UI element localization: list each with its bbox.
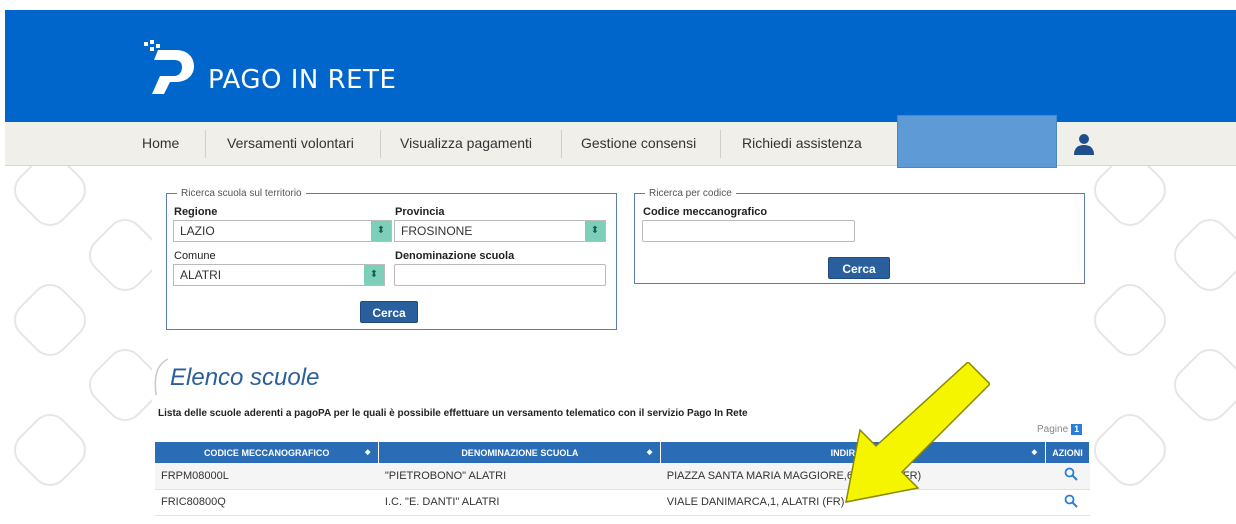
nav-item-home[interactable]: Home bbox=[142, 122, 179, 166]
code-search-legend: Ricerca per codice bbox=[649, 188, 732, 199]
search-icon[interactable] bbox=[1064, 467, 1078, 481]
app-title: PAGO IN RETE bbox=[208, 65, 397, 95]
column-header-azioni: AZIONI bbox=[1045, 442, 1090, 463]
select-arrows-icon: ⬍ bbox=[364, 265, 384, 285]
comune-value: ALATRI bbox=[180, 268, 222, 282]
regione-label: Regione bbox=[174, 206, 218, 218]
denominazione-input[interactable] bbox=[394, 264, 606, 286]
sort-icon: ◆ bbox=[1031, 449, 1037, 456]
codice-input[interactable] bbox=[642, 220, 855, 242]
sort-icon: ◆ bbox=[365, 449, 371, 456]
page-1-button[interactable]: 1 bbox=[1071, 424, 1083, 435]
territory-search-button[interactable]: Cerca bbox=[360, 301, 418, 323]
provincia-value: FROSINONE bbox=[401, 224, 473, 238]
cell-denominazione: I.C. "E. DANTI" ALATRI bbox=[378, 489, 661, 516]
redacted-user-box[interactable] bbox=[897, 115, 1057, 168]
denominazione-label: Denominazione scuola bbox=[395, 250, 515, 262]
provincia-label: Provincia bbox=[395, 206, 445, 218]
list-description: Lista delle scuole aderenti a pagoPA per… bbox=[158, 408, 748, 419]
annotation-arrow-icon bbox=[845, 362, 990, 503]
user-icon[interactable] bbox=[1073, 133, 1095, 155]
cell-codice: FRPM08000L bbox=[155, 463, 379, 490]
cell-denominazione: "PIETROBONO" ALATRI bbox=[378, 463, 661, 490]
nav-divider bbox=[720, 130, 721, 158]
codice-label: Codice meccanografico bbox=[643, 206, 768, 218]
column-header-label: DENOMINAZIONE SCUOLA bbox=[461, 447, 579, 458]
provincia-select[interactable]: FROSINONE ⬍ bbox=[394, 220, 606, 242]
pagopa-logo-icon[interactable] bbox=[140, 38, 200, 98]
code-search-button[interactable]: Cerca bbox=[828, 257, 890, 279]
cell-azioni bbox=[1045, 489, 1090, 516]
comune-label: Comune bbox=[174, 250, 216, 262]
nav-divider bbox=[205, 130, 206, 158]
nav-item-richiedi-assistenza[interactable]: Richiedi assistenza bbox=[742, 122, 862, 166]
search-icon[interactable] bbox=[1064, 494, 1078, 508]
pagination: Pagine 1 bbox=[1037, 424, 1083, 435]
column-header-denominazione[interactable]: DENOMINAZIONE SCUOLA ◆ bbox=[378, 442, 662, 463]
page-title: Elenco scuole bbox=[170, 364, 320, 391]
sort-icon: ◆ bbox=[646, 449, 653, 456]
cell-codice: FRIC80800Q bbox=[155, 489, 379, 516]
nav-item-gestione-consensi[interactable]: Gestione consensi bbox=[581, 122, 696, 166]
nav-item-versamenti-volontari[interactable]: Versamenti volontari bbox=[227, 122, 354, 166]
select-arrows-icon: ⬍ bbox=[371, 221, 391, 241]
regione-select[interactable]: LAZIO ⬍ bbox=[173, 220, 392, 242]
column-header-label: AZIONI bbox=[1052, 447, 1083, 458]
select-arrows-icon: ⬍ bbox=[585, 221, 605, 241]
column-header-codice[interactable]: CODICE MECCANOGRAFICO ◆ bbox=[155, 442, 380, 463]
app-header: PAGO IN RETE bbox=[5, 10, 1236, 122]
comune-select[interactable]: ALATRI ⬍ bbox=[173, 264, 385, 286]
title-curve-decoration bbox=[154, 358, 169, 396]
column-header-label: CODICE MECCANOGRAFICO bbox=[203, 447, 330, 458]
territory-search-legend: Ricerca scuola sul territorio bbox=[181, 188, 302, 199]
nav-divider bbox=[380, 130, 381, 158]
nav-divider bbox=[561, 130, 562, 158]
cell-azioni bbox=[1045, 463, 1090, 490]
pagination-label: Pagine bbox=[1037, 424, 1069, 435]
regione-value: LAZIO bbox=[180, 224, 215, 238]
nav-item-visualizza-pagamenti[interactable]: Visualizza pagamenti bbox=[400, 122, 532, 166]
